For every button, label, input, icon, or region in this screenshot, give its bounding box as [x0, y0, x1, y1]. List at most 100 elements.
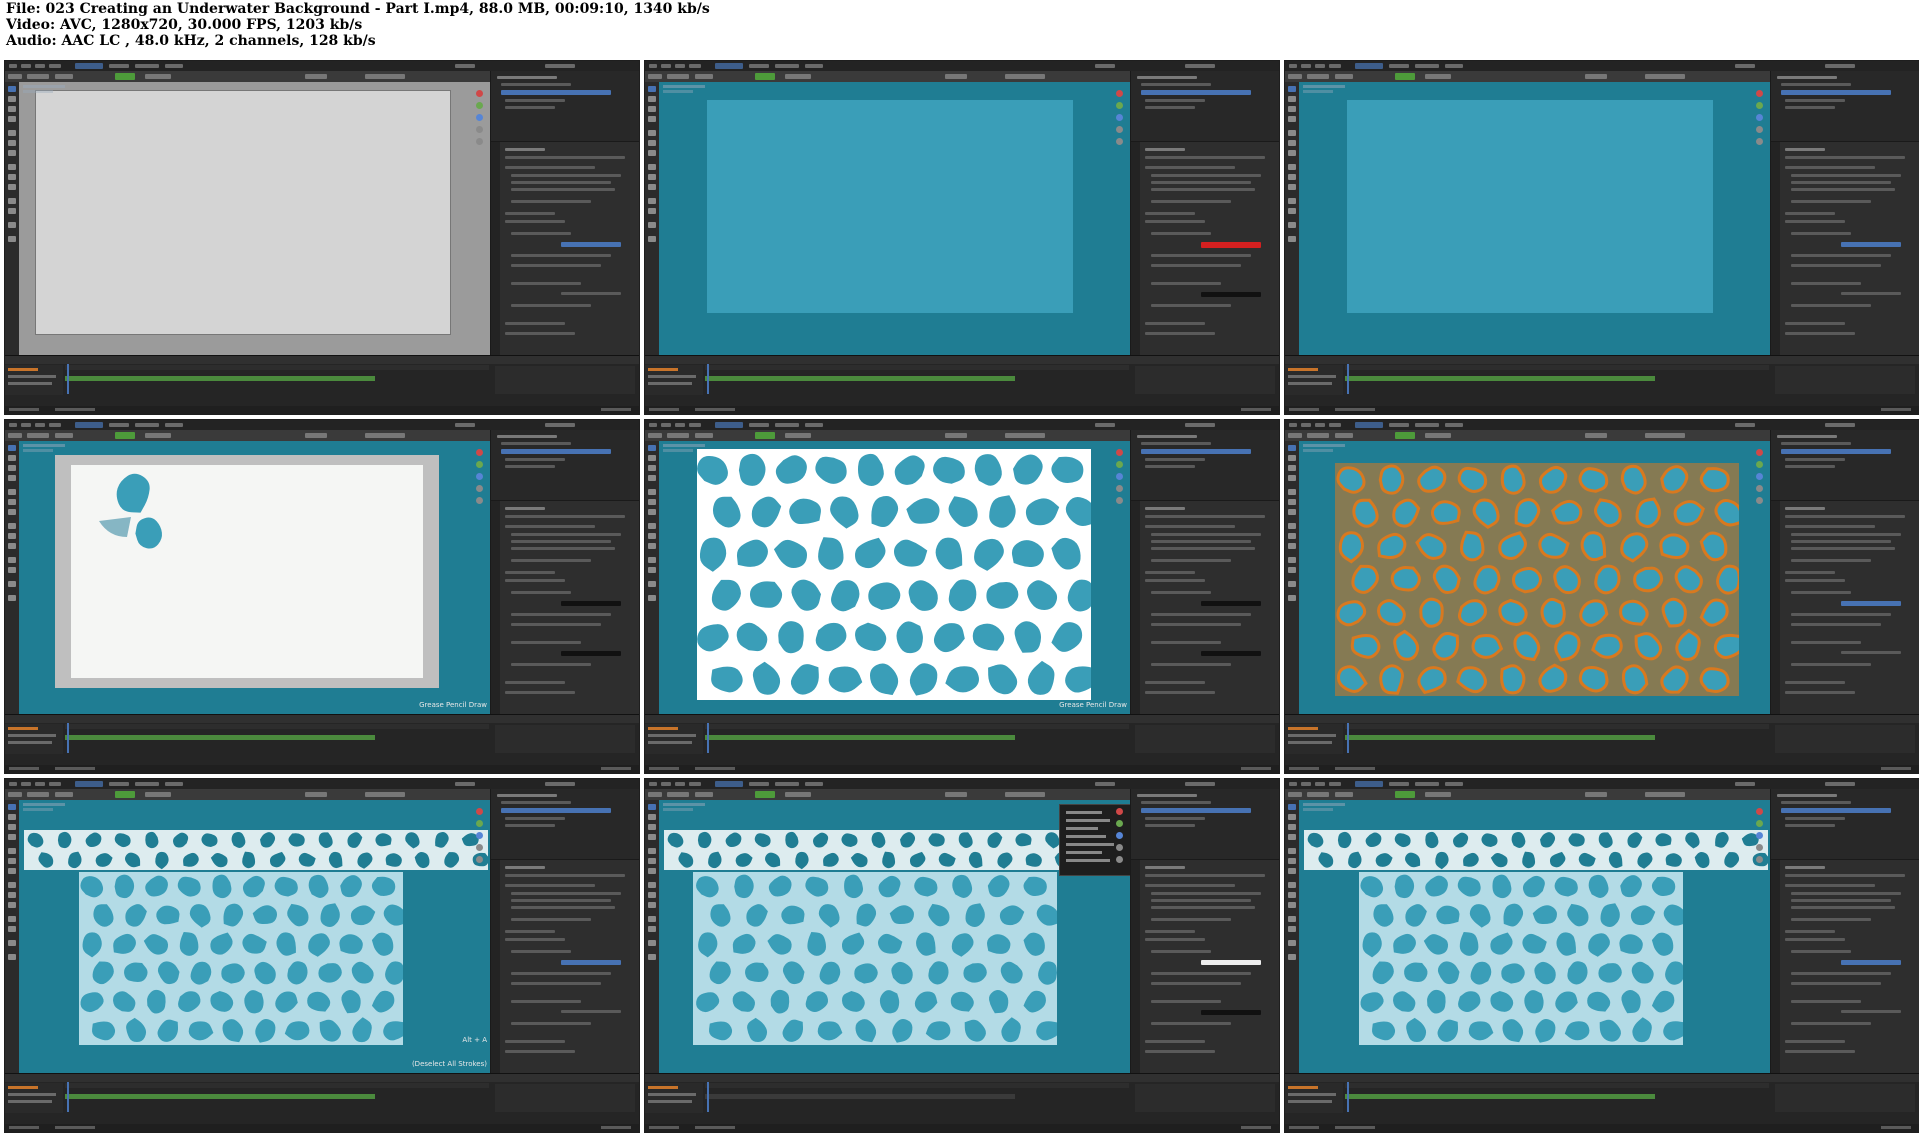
- navigation-gizmo[interactable]: [1115, 808, 1125, 868]
- navigation-gizmo[interactable]: [1755, 449, 1765, 509]
- properties-panel[interactable]: [1770, 141, 1919, 356]
- timeline-editor[interactable]: [5, 355, 639, 408]
- timeline-editor[interactable]: [1285, 1073, 1919, 1126]
- properties-panel[interactable]: [1770, 859, 1919, 1074]
- properties-tabs[interactable]: [1131, 860, 1140, 1074]
- playhead[interactable]: [67, 723, 69, 753]
- navigation-gizmo[interactable]: [475, 449, 485, 509]
- outliner-panel[interactable]: [1770, 430, 1919, 500]
- frame-ruler[interactable]: [705, 1083, 1129, 1088]
- context-menu-item[interactable]: [1066, 811, 1102, 814]
- properties-tabs[interactable]: [1131, 142, 1140, 356]
- frame-ruler[interactable]: [1345, 724, 1769, 729]
- frame-ruler[interactable]: [1345, 1083, 1769, 1088]
- layer-settings[interactable]: [495, 725, 635, 753]
- frame-ruler[interactable]: [65, 724, 489, 729]
- navigation-gizmo[interactable]: [1115, 90, 1125, 150]
- timeline-editor[interactable]: [645, 355, 1279, 408]
- properties-panel[interactable]: [1130, 859, 1279, 1074]
- playhead[interactable]: [1347, 1082, 1349, 1112]
- layer-settings[interactable]: [1135, 366, 1275, 394]
- tool-shelf[interactable]: [645, 441, 659, 714]
- layer-list[interactable]: [5, 1083, 63, 1113]
- layer-list[interactable]: [1285, 1083, 1343, 1113]
- playhead[interactable]: [707, 364, 709, 394]
- tool-shelf[interactable]: [645, 800, 659, 1073]
- layer-list[interactable]: [645, 1083, 703, 1113]
- tool-shelf[interactable]: [5, 441, 19, 714]
- layer-list[interactable]: [645, 724, 703, 754]
- layer-settings[interactable]: [495, 366, 635, 394]
- timeline-editor[interactable]: [645, 1073, 1279, 1126]
- 3d-viewport[interactable]: [1299, 441, 1771, 714]
- navigation-gizmo[interactable]: [1755, 808, 1765, 868]
- layer-settings[interactable]: [495, 1084, 635, 1112]
- 3d-viewport[interactable]: [19, 800, 491, 1073]
- properties-tabs[interactable]: [1771, 501, 1780, 715]
- tool-shelf[interactable]: [5, 800, 19, 1073]
- 3d-viewport[interactable]: [659, 82, 1131, 355]
- timeline-editor[interactable]: [5, 714, 639, 767]
- timeline-editor[interactable]: [645, 714, 1279, 767]
- layer-list[interactable]: [1285, 365, 1343, 395]
- context-menu-item[interactable]: [1066, 843, 1114, 846]
- timeline-editor[interactable]: [1285, 714, 1919, 767]
- outliner-panel[interactable]: [1130, 430, 1279, 500]
- properties-tabs[interactable]: [1771, 142, 1780, 356]
- context-menu-item[interactable]: [1066, 851, 1102, 854]
- 3d-viewport[interactable]: [19, 441, 491, 714]
- layer-settings[interactable]: [1775, 1084, 1915, 1112]
- navigation-gizmo[interactable]: [1755, 90, 1765, 150]
- 3d-viewport[interactable]: [19, 82, 491, 355]
- layer-list[interactable]: [645, 365, 703, 395]
- context-menu-item[interactable]: [1066, 835, 1106, 838]
- timeline-editor[interactable]: [5, 1073, 639, 1126]
- properties-panel[interactable]: [490, 500, 639, 715]
- outliner-panel[interactable]: [1770, 71, 1919, 141]
- outliner-panel[interactable]: [1130, 789, 1279, 859]
- navigation-gizmo[interactable]: [475, 90, 485, 150]
- outliner-panel[interactable]: [490, 71, 639, 141]
- layer-settings[interactable]: [1775, 366, 1915, 394]
- tool-shelf[interactable]: [645, 82, 659, 355]
- playhead[interactable]: [707, 723, 709, 753]
- playhead[interactable]: [707, 1082, 709, 1112]
- 3d-viewport[interactable]: [659, 800, 1131, 1073]
- outliner-panel[interactable]: [1130, 71, 1279, 141]
- playhead[interactable]: [67, 1082, 69, 1112]
- context-menu-item[interactable]: [1066, 827, 1098, 830]
- properties-panel[interactable]: [490, 859, 639, 1074]
- outliner-panel[interactable]: [490, 789, 639, 859]
- properties-tabs[interactable]: [1771, 860, 1780, 1074]
- properties-tabs[interactable]: [491, 860, 500, 1074]
- layer-list[interactable]: [5, 724, 63, 754]
- context-menu-item[interactable]: [1066, 859, 1110, 862]
- layer-list[interactable]: [5, 365, 63, 395]
- properties-panel[interactable]: [1130, 141, 1279, 356]
- properties-tabs[interactable]: [1131, 501, 1140, 715]
- navigation-gizmo[interactable]: [1115, 449, 1125, 509]
- properties-tabs[interactable]: [491, 142, 500, 356]
- playhead[interactable]: [67, 364, 69, 394]
- properties-tabs[interactable]: [491, 501, 500, 715]
- tool-shelf[interactable]: [5, 82, 19, 355]
- 3d-viewport[interactable]: [1299, 82, 1771, 355]
- context-menu-item[interactable]: [1066, 819, 1110, 822]
- properties-panel[interactable]: [1130, 500, 1279, 715]
- frame-ruler[interactable]: [65, 1083, 489, 1088]
- tool-shelf[interactable]: [1285, 441, 1299, 714]
- frame-ruler[interactable]: [65, 365, 489, 370]
- outliner-panel[interactable]: [1770, 789, 1919, 859]
- timeline-editor[interactable]: [1285, 355, 1919, 408]
- tool-shelf[interactable]: [1285, 800, 1299, 1073]
- properties-panel[interactable]: [490, 141, 639, 356]
- playhead[interactable]: [1347, 364, 1349, 394]
- frame-ruler[interactable]: [1345, 365, 1769, 370]
- playhead[interactable]: [1347, 723, 1349, 753]
- outliner-panel[interactable]: [490, 430, 639, 500]
- properties-panel[interactable]: [1770, 500, 1919, 715]
- tool-shelf[interactable]: [1285, 82, 1299, 355]
- 3d-viewport[interactable]: [659, 441, 1131, 714]
- layer-settings[interactable]: [1775, 725, 1915, 753]
- layer-settings[interactable]: [1135, 1084, 1275, 1112]
